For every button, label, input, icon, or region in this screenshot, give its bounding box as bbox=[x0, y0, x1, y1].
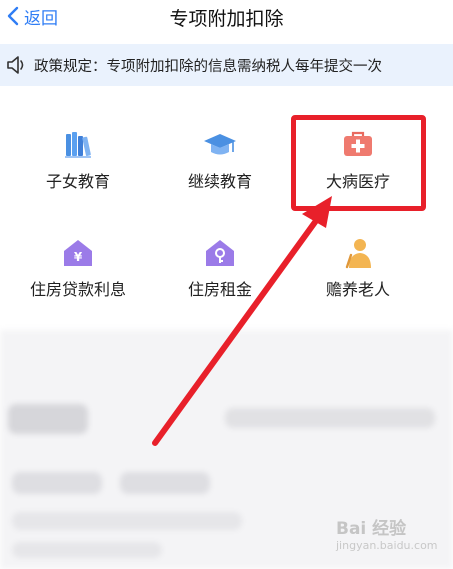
watermark-title: Bai 经验 bbox=[336, 519, 407, 539]
watermark-logo: Bai 经验 jingyan.baidu.com bbox=[336, 514, 446, 558]
watermark-url: jingyan.baidu.com bbox=[336, 539, 438, 552]
annotation-arrow bbox=[152, 196, 332, 446]
